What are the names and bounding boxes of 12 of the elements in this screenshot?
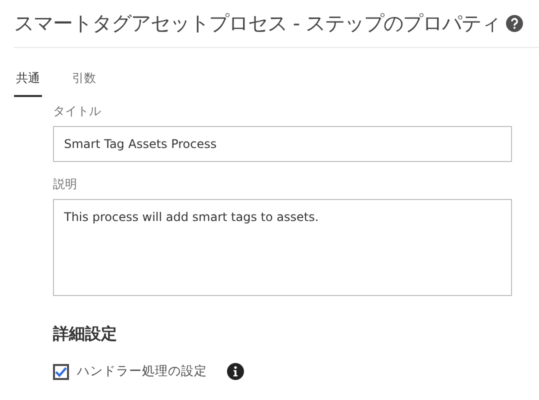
section-heading: 詳細設定 bbox=[53, 324, 118, 345]
info-icon[interactable] bbox=[227, 363, 244, 380]
dialog-title: スマートタグアセットプロセス - ステップのプロパティ bbox=[14, 10, 500, 37]
tab[interactable]: 引数 bbox=[70, 70, 98, 97]
tab[interactable]: 共通 bbox=[14, 70, 42, 97]
field-label: タイトル bbox=[53, 103, 102, 120]
checkbox-label: ハンドラー処理の設定 bbox=[77, 363, 207, 380]
description-field[interactable]: This process will add smart tags to assets. bbox=[53, 199, 512, 296]
title-field[interactable]: Smart Tag Assets Process bbox=[53, 126, 512, 162]
checkbox[interactable] bbox=[53, 364, 69, 380]
field-label: 説明 bbox=[53, 176, 78, 193]
help-icon[interactable] bbox=[506, 15, 523, 32]
